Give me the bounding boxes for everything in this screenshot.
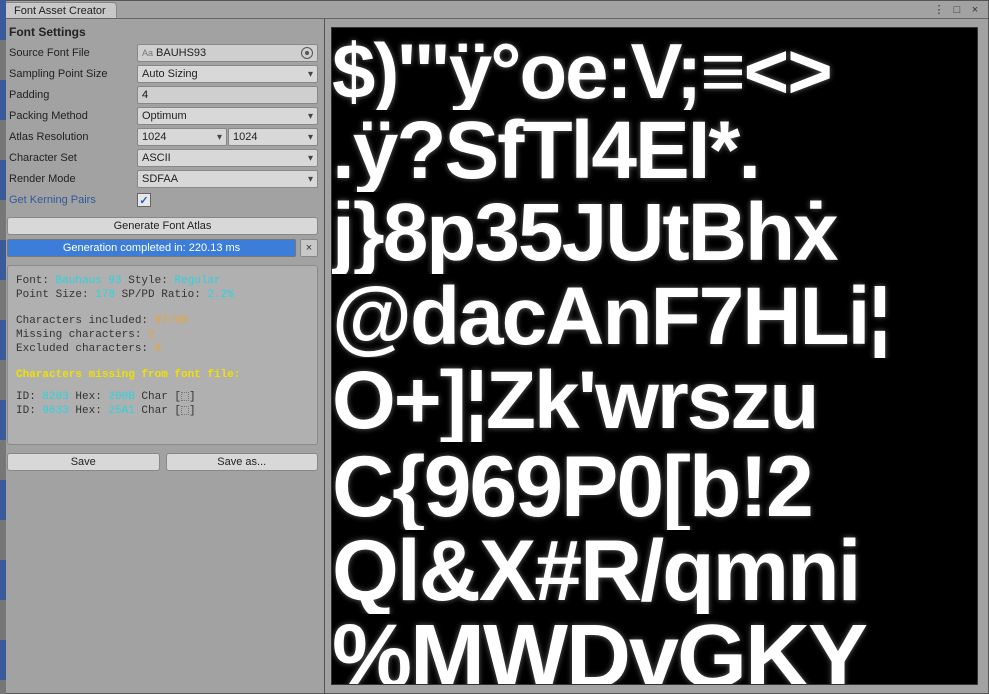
render-dropdown[interactable]: SDFAA (137, 170, 318, 188)
missing-char-placeholder (181, 392, 189, 401)
report-line-pointsize: Point Size: 178 SP/PD Ratio: 2.2% (16, 288, 309, 302)
padding-input[interactable]: 4 (137, 86, 318, 104)
padding-row: Padding 4 (7, 85, 318, 105)
render-value: SDFAA (142, 173, 178, 185)
progress-close-button[interactable]: × (300, 239, 318, 257)
window-title: Font Asset Creator (14, 5, 106, 17)
padding-value: 4 (142, 89, 148, 101)
render-label: Render Mode (7, 173, 137, 185)
object-picker-icon[interactable] (301, 47, 313, 59)
source-font-field[interactable]: Aa BAUHS93 (137, 44, 318, 62)
sampling-dropdown[interactable]: Auto Sizing (137, 65, 318, 83)
atlas-height-value: 1024 (233, 131, 257, 143)
save-as-button[interactable]: Save as... (166, 453, 319, 471)
render-row: Render Mode SDFAA (7, 169, 318, 189)
source-font-value: BAUHS93 (156, 47, 206, 59)
font-type-icon: Aa (142, 48, 153, 58)
titlebar-icons: ⋮ □ × (932, 1, 988, 18)
atlas-row: O+]¦Zk'wrszu (332, 360, 977, 442)
packing-row: Packing Method Optimum (7, 106, 318, 126)
progress-row: Generation completed in: 220.13 ms × (7, 239, 318, 257)
window-left-edge (0, 0, 6, 694)
atlas-height-dropdown[interactable]: 1024 (228, 128, 318, 146)
kerning-row: Get Kerning Pairs ✓ (7, 190, 318, 210)
sampling-value: Auto Sizing (142, 68, 198, 80)
report-line-excluded: Excluded characters: 0 (16, 342, 309, 356)
packing-dropdown[interactable]: Optimum (137, 107, 318, 125)
report-line-missing: Missing characters: 2 (16, 328, 309, 342)
progress-text: Generation completed in: 220.13 ms (63, 242, 240, 254)
window-root: Font Asset Creator ⋮ □ × Font Settings S… (0, 0, 989, 694)
source-font-label: Source Font File (7, 47, 137, 59)
padding-label: Padding (7, 89, 137, 101)
atlas-row: .ÿ?SfTl4EI*. (332, 110, 977, 192)
settings-header: Font Settings (7, 19, 318, 43)
atlas-width-value: 1024 (142, 131, 166, 143)
charset-dropdown[interactable]: ASCII (137, 149, 318, 167)
preview-panel: $)'"ÿ°oe:V;≡<> .ÿ?SfTl4EI*. j}8p35JUtBhẋ… (325, 19, 988, 693)
maximize-icon[interactable]: □ (950, 3, 964, 17)
atlas-res-row: Atlas Resolution 1024 1024 (7, 127, 318, 147)
sampling-label: Sampling Point Size (7, 68, 137, 80)
charset-row: Character Set ASCII (7, 148, 318, 168)
missing-char-placeholder (181, 406, 189, 415)
progress-bar: Generation completed in: 220.13 ms (7, 239, 296, 257)
window-body: Font Settings Source Font File Aa BAUHS9… (1, 19, 988, 693)
save-label: Save (71, 456, 96, 468)
kerning-label[interactable]: Get Kerning Pairs (7, 194, 137, 206)
sampling-row: Sampling Point Size Auto Sizing (7, 64, 318, 84)
atlas-row: j}8p35JUtBhẋ (332, 192, 977, 274)
options-icon[interactable]: ⋮ (932, 3, 946, 17)
close-icon[interactable]: × (968, 3, 982, 17)
report-line-font: Font: Bauhaus 93 Style: Regular (16, 274, 309, 288)
generate-row: Generate Font Atlas (7, 217, 318, 235)
generate-label: Generate Font Atlas (114, 220, 212, 232)
charset-label: Character Set (7, 152, 137, 164)
report-missing-row-1: ID: 8203 Hex: 200B Char [] (16, 390, 309, 404)
packing-value: Optimum (142, 110, 187, 122)
atlas-row: Ql&X#R/qmni (332, 528, 977, 614)
charset-value: ASCII (142, 152, 171, 164)
report-box: Font: Bauhaus 93 Style: Regular Point Si… (7, 265, 318, 445)
save-button[interactable]: Save (7, 453, 160, 471)
generate-button[interactable]: Generate Font Atlas (7, 217, 318, 235)
font-atlas-preview: $)'"ÿ°oe:V;≡<> .ÿ?SfTl4EI*. j}8p35JUtBhẋ… (331, 27, 978, 685)
atlas-row: @dacAnF7HLi¦ (332, 276, 977, 358)
report-missing-row-2: ID: 9633 Hex: 25A1 Char [] (16, 404, 309, 418)
source-font-row: Source Font File Aa BAUHS93 (7, 43, 318, 63)
kerning-checkbox[interactable]: ✓ (137, 193, 151, 207)
packing-label: Packing Method (7, 110, 137, 122)
save-row: Save Save as... (7, 453, 318, 471)
atlas-width-dropdown[interactable]: 1024 (137, 128, 227, 146)
atlas-row: %MWDvGKY (332, 612, 977, 685)
atlas-res-label: Atlas Resolution (7, 131, 137, 143)
atlas-row: C{969P0[b!2 (332, 444, 977, 530)
settings-panel: Font Settings Source Font File Aa BAUHS9… (1, 19, 325, 693)
atlas-row: $)'"ÿ°oe:V;≡<> (332, 32, 977, 110)
titlebar: Font Asset Creator ⋮ □ × (1, 1, 988, 19)
report-line-included: Characters included: 97/99 (16, 314, 309, 328)
window-tab[interactable]: Font Asset Creator (3, 2, 117, 18)
save-as-label: Save as... (217, 456, 266, 468)
report-missing-header: Characters missing from font file: (16, 368, 309, 382)
